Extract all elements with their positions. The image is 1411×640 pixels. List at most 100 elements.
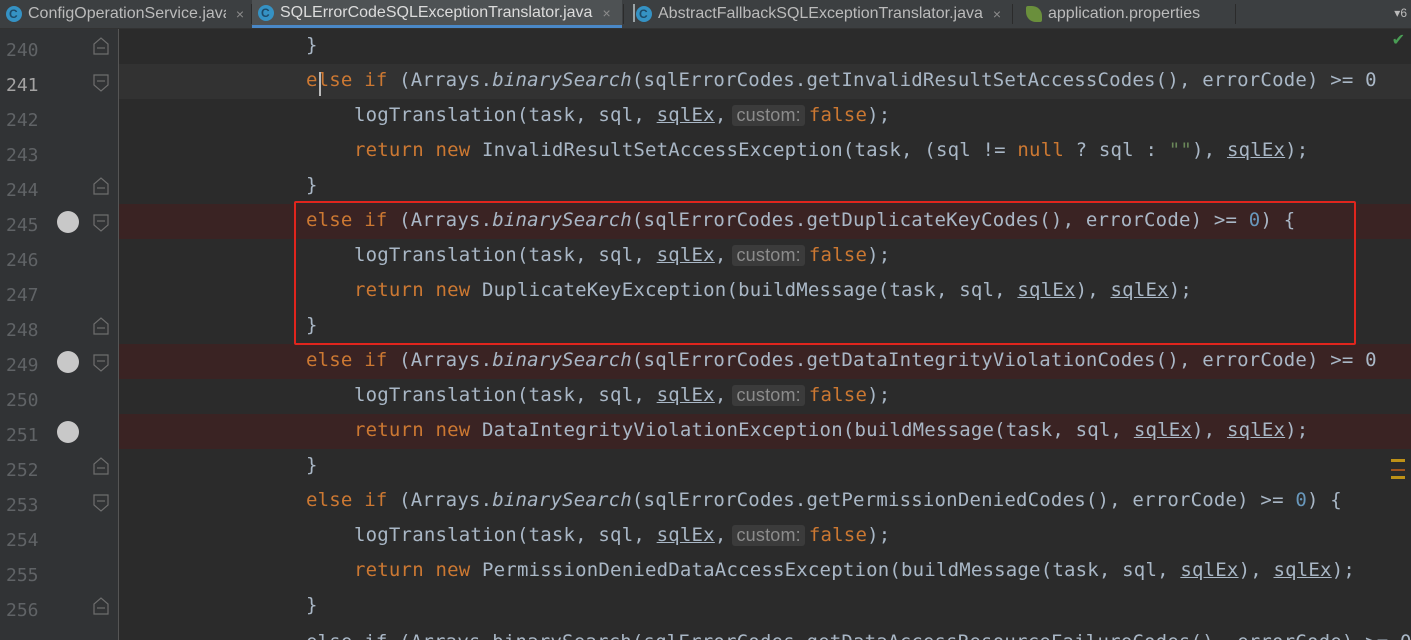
tab-application-properties[interactable]: application.properties <box>1020 0 1235 28</box>
code-token: , <box>714 244 727 266</box>
breakpoint-icon[interactable] <box>57 211 79 233</box>
code-token: , <box>714 524 727 546</box>
code-token: DuplicateKeyException(buildMessage(task,… <box>470 279 1018 301</box>
keyword: return new <box>354 279 471 301</box>
fold-start-icon[interactable] <box>93 354 109 372</box>
class-icon <box>6 6 22 22</box>
variable: sqlEx <box>1226 419 1286 441</box>
variable: sqlEx <box>656 244 715 266</box>
line-number: 245 <box>6 215 39 236</box>
code-line: logTranslation(task, sql, sqlEx, custom: f… <box>119 519 1411 554</box>
method-name: binarySearch <box>492 489 632 511</box>
tab-separator <box>623 4 624 24</box>
code-text: return new PermissionDeniedDataAccessExc… <box>354 559 1355 581</box>
code-token: ) { <box>1306 489 1342 511</box>
line-number: 249 <box>6 355 39 376</box>
breakpoint-icon[interactable] <box>57 351 79 373</box>
editor-tab-bar: ConfigOperationService.java × SQLErrorCo… <box>0 0 1411 29</box>
code-token: ); <box>1331 559 1355 581</box>
close-icon[interactable]: × <box>993 6 1001 22</box>
fold-end-icon[interactable] <box>93 37 109 55</box>
line-number: 256 <box>6 600 39 621</box>
line-number: 255 <box>6 565 39 586</box>
code-line: logTranslation(task, sql, sqlEx, custom: f… <box>119 239 1411 274</box>
text-caret <box>319 72 321 96</box>
code-text: else if (Arrays.binarySearch(sqlErrorCod… <box>306 349 1377 371</box>
line-number: 254 <box>6 530 39 551</box>
number-literal: 0 <box>1248 209 1261 231</box>
variable: sqlEx <box>656 104 715 126</box>
code-token: ); <box>867 244 891 266</box>
fold-start-icon[interactable] <box>93 494 109 512</box>
scrollbar-marker[interactable] <box>1391 459 1405 462</box>
variable: sqlEx <box>1273 559 1332 581</box>
scrollbar-marker[interactable] <box>1391 476 1405 479</box>
inspection-ok-icon[interactable]: ✔ <box>1392 30 1405 49</box>
tab-label: application.properties <box>1048 5 1201 22</box>
tab-abstract-fallback-translator[interactable]: AbstractFallbackSQLExceptionTranslator.j… <box>630 0 1010 28</box>
variable: sqlEx <box>656 524 715 546</box>
code-text: } <box>306 594 318 616</box>
method-name: binarySearch <box>492 69 632 91</box>
code-token: (Arrays. <box>387 349 493 371</box>
code-text: logTranslation(task, sql, sqlEx, custom: f… <box>354 244 890 266</box>
parameter-hint: custom: <box>732 525 805 546</box>
code-token: , <box>714 104 727 126</box>
string-literal: "" <box>1168 139 1193 161</box>
code-token: DataIntegrityViolationException(buildMes… <box>470 419 1134 441</box>
close-icon[interactable]: × <box>602 5 610 21</box>
tab-overflow-count[interactable]: ▾6 <box>1394 6 1407 20</box>
code-line: logTranslation(task, sql, sqlEx, custom: f… <box>119 379 1411 414</box>
code-text: return new DuplicateKeyException(buildMe… <box>354 279 1192 301</box>
close-icon[interactable]: × <box>236 6 244 22</box>
code-token: (sqlErrorCodes.getDuplicateKeyCodes(), e… <box>631 209 1249 231</box>
code-line: } <box>119 449 1411 484</box>
code-line-current: else if (Arrays.binarySearch(sqlErrorCod… <box>119 64 1411 99</box>
abstract-class-icon <box>633 4 652 22</box>
tab-config-operation-service[interactable]: ConfigOperationService.java × <box>0 0 250 28</box>
line-number: 247 <box>6 285 39 306</box>
code-token: ); <box>867 524 891 546</box>
tab-label: ConfigOperationService.java <box>28 5 226 22</box>
code-token: ); <box>867 384 891 406</box>
code-text: } <box>306 34 318 56</box>
keyword: else if <box>306 489 388 511</box>
code-token: logTranslation(task, sql, <box>354 104 657 126</box>
variable: sqlEx <box>656 384 715 406</box>
variable: sqlEx <box>1226 139 1286 161</box>
variable: sqlEx <box>1017 279 1076 301</box>
number-literal: 0 <box>1295 489 1307 511</box>
parameter-hint: custom: <box>732 105 805 126</box>
code-text: logTranslation(task, sql, sqlEx, custom: f… <box>354 104 890 126</box>
code-line: } <box>119 589 1411 624</box>
code-text: return new InvalidResultSetAccessExcepti… <box>354 139 1308 161</box>
fold-end-icon[interactable] <box>93 177 109 195</box>
keyword: false <box>808 524 868 546</box>
method-name: binarySearch <box>492 209 632 231</box>
fold-end-icon[interactable] <box>93 597 109 615</box>
parameter-hint: custom: <box>732 245 805 266</box>
fold-start-icon[interactable] <box>93 74 109 92</box>
code-token: ), <box>1075 279 1111 301</box>
code-text: logTranslation(task, sql, sqlEx, custom: f… <box>354 524 890 546</box>
code-line: } <box>119 29 1411 64</box>
code-token: ); <box>1168 279 1193 301</box>
code-line: else if (Arrays.binarySearch(sqlErrorCod… <box>119 484 1411 519</box>
fold-start-icon[interactable] <box>93 214 109 232</box>
code-text: else if (Arrays.binarySearch(sqlErrorCod… <box>306 209 1295 231</box>
fold-end-icon[interactable] <box>93 317 109 335</box>
line-number: 253 <box>6 495 39 516</box>
breakpoint-icon[interactable] <box>57 421 79 443</box>
line-number: 241 <box>6 75 39 96</box>
scrollbar-marker[interactable] <box>1391 469 1405 471</box>
tab-sql-error-code-translator[interactable]: SQLErrorCodeSQLExceptionTranslator.java … <box>252 0 622 28</box>
code-text: else if (Arrays.binarySearch(sqlErrorCod… <box>306 631 1411 640</box>
line-number: 243 <box>6 145 39 166</box>
code-token: ), <box>1192 139 1227 161</box>
line-number: 246 <box>6 250 39 271</box>
fold-end-icon[interactable] <box>93 457 109 475</box>
code-token: ), <box>1238 559 1274 581</box>
editor-gutter[interactable]: 240 241 242 243 244 245 246 247 248 249 … <box>0 29 118 640</box>
code-token: ), <box>1192 419 1227 441</box>
code-editor[interactable]: } else if (Arrays.binarySearch(sqlErrorC… <box>119 29 1411 640</box>
